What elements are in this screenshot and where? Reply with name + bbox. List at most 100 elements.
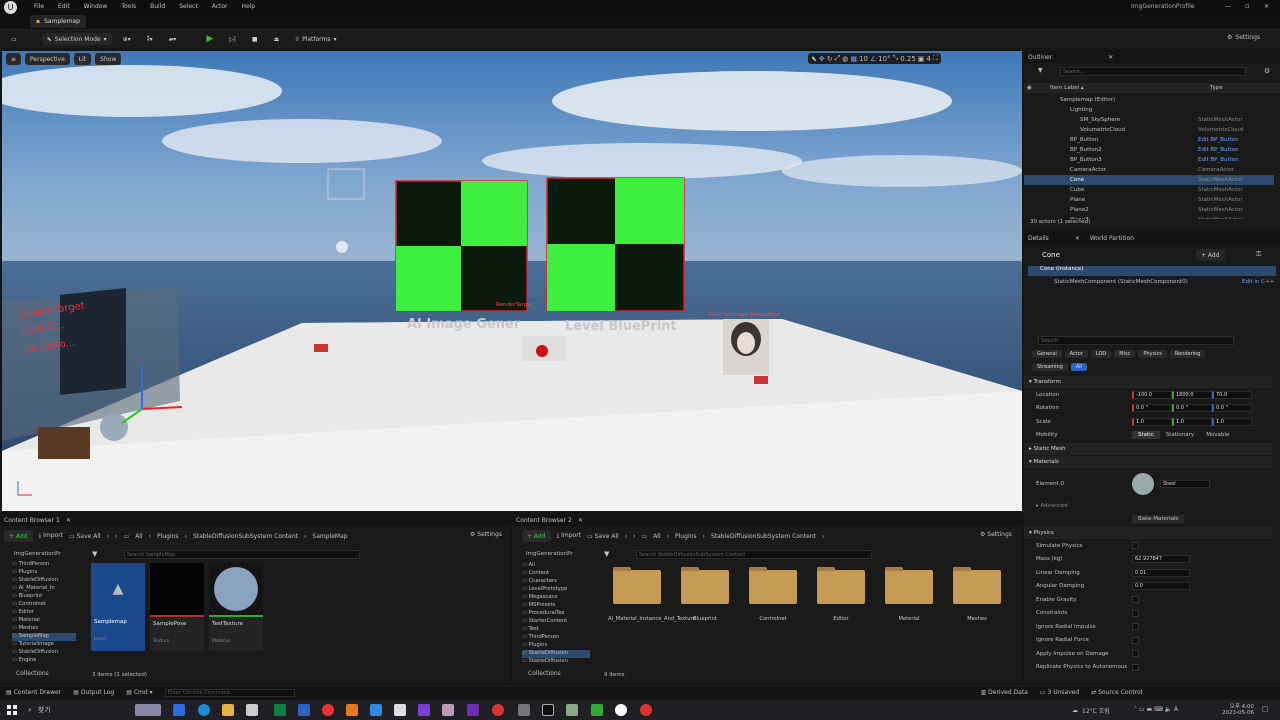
folder-tile[interactable]: Blueprint bbox=[676, 567, 734, 622]
material-dropdown[interactable]: Steel bbox=[1160, 480, 1210, 488]
rotation-z-field[interactable]: 0.0 ° bbox=[1212, 404, 1252, 413]
static-mesh-section[interactable]: ▸ Static Mesh bbox=[1024, 443, 1272, 455]
outliner-row[interactable]: Lighting bbox=[1024, 105, 1274, 115]
tray-icons[interactable]: ˄ ▭ ▬ ⌨ 🔈 A bbox=[1134, 706, 1178, 713]
add-content-button[interactable]: ⊕▾ bbox=[118, 33, 136, 45]
back-icon[interactable]: ‹ bbox=[625, 533, 627, 540]
bake-materials-button[interactable]: Bake Materials bbox=[1132, 515, 1185, 523]
filter-tab[interactable]: All bbox=[1070, 363, 1088, 371]
filter-tab[interactable]: LOD bbox=[1090, 350, 1112, 358]
taskbar-app-icon[interactable] bbox=[640, 704, 652, 716]
asset-testtexture[interactable]: TestTexture Material bbox=[209, 563, 263, 651]
vscode-icon[interactable] bbox=[370, 704, 382, 716]
cb1-crumb-all[interactable]: All bbox=[135, 533, 142, 540]
filter-tab[interactable]: Misc bbox=[1114, 350, 1136, 358]
material-thumbnail[interactable] bbox=[1132, 473, 1154, 495]
folder-tree-item[interactable]: ▭ Engine bbox=[12, 657, 76, 665]
folder-tree-item[interactable]: ▭ StarterContent bbox=[522, 618, 590, 626]
taskbar-app-icon[interactable] bbox=[274, 704, 286, 716]
cb1-filter-icon[interactable]: ▼ bbox=[92, 550, 97, 558]
perspective-button[interactable]: Perspective bbox=[25, 53, 70, 65]
folder-tile[interactable]: Editor bbox=[812, 567, 870, 622]
folder-tree-item[interactable]: ▭ ThirdPerson bbox=[12, 561, 76, 569]
cb2-crumb-all[interactable]: All bbox=[653, 533, 660, 540]
content-drawer-button[interactable]: ▤ Content Drawer bbox=[6, 689, 61, 696]
forward-icon[interactable]: › bbox=[633, 533, 635, 540]
scale-x-field[interactable]: 1.0 bbox=[1132, 417, 1172, 426]
location-z-field[interactable]: 70.0 bbox=[1212, 390, 1252, 399]
rotate-tool-icon[interactable]: ↻ bbox=[827, 55, 833, 63]
back-icon[interactable]: ‹ bbox=[107, 533, 109, 540]
taskbar-app-icon[interactable] bbox=[518, 704, 530, 716]
taskbar-app-icon[interactable] bbox=[346, 704, 358, 716]
folder-tree-item[interactable]: ▭ StableDiffusion bbox=[12, 649, 76, 657]
rotation-x-field[interactable]: 0.0 ° bbox=[1132, 404, 1172, 413]
folder-tree-item[interactable]: ▭ ThirdPerson bbox=[522, 634, 590, 642]
folder-tree-item[interactable]: ▭ Content bbox=[522, 570, 590, 578]
cb1-collections[interactable]: Collections bbox=[16, 670, 49, 677]
outliner-row[interactable]: Plane StaticMeshActor bbox=[1024, 195, 1274, 205]
forward-icon[interactable]: › bbox=[115, 533, 117, 540]
physics-value-field[interactable]: 62.927847 bbox=[1132, 555, 1190, 564]
taskbar-app-icon[interactable] bbox=[591, 704, 603, 716]
physics-section[interactable]: ▾ Physics bbox=[1024, 527, 1272, 539]
camera-speed-icon[interactable]: ▣ bbox=[918, 55, 925, 63]
explorer-icon[interactable] bbox=[222, 704, 234, 716]
mobility-movable[interactable]: Movable bbox=[1200, 431, 1235, 439]
cb2-search-input[interactable]: Search StableDiffusionSubSystem Content bbox=[636, 550, 872, 559]
platforms-dropdown[interactable]: ⁞⁞ Platforms ▾ bbox=[290, 33, 341, 45]
outliner-row[interactable]: Cube StaticMeshActor bbox=[1024, 185, 1274, 195]
blueprint-button[interactable]: ⁑▾ bbox=[142, 33, 158, 45]
clock[interactable]: 오후 4:00 2023-05-06 bbox=[1214, 702, 1254, 716]
unsaved-button[interactable]: ▭ 3 Unsaved bbox=[1040, 689, 1079, 696]
outliner-row-type[interactable]: Edit BP_Button bbox=[1198, 157, 1268, 163]
world-partition-tab[interactable]: World Partition bbox=[1090, 235, 1134, 242]
details-tab[interactable]: Details bbox=[1028, 235, 1049, 242]
menu-select[interactable]: Select bbox=[179, 3, 198, 10]
cb1-root[interactable]: ImgGenerationPr bbox=[14, 551, 61, 557]
cb1-add-button[interactable]: + Add bbox=[4, 530, 33, 542]
cb1-save-button[interactable]: ▭ Save All bbox=[69, 533, 101, 540]
cb1-import-button[interactable]: ⤓ Import bbox=[39, 532, 63, 540]
physics-checkbox[interactable] bbox=[1132, 663, 1139, 671]
asset-samplepose[interactable]: SamplePose Texture bbox=[150, 563, 204, 651]
outliner-row[interactable]: Plane2 StaticMeshActor bbox=[1024, 205, 1274, 215]
folder-tree-item[interactable]: ▭ SampleMap bbox=[12, 633, 76, 641]
folder-tree-item[interactable]: ▭ Plugins bbox=[12, 569, 76, 577]
physics-checkbox[interactable] bbox=[1132, 542, 1139, 550]
folder-tile[interactable]: Controlnet bbox=[744, 567, 802, 622]
instance-row[interactable]: Cone (Instance) bbox=[1028, 266, 1276, 276]
outliner-row[interactable]: BP_Button3 Edit BP_Button bbox=[1024, 155, 1274, 165]
visual-studio-icon[interactable] bbox=[467, 704, 479, 716]
outliner-row[interactable]: CameraActor CameraActor bbox=[1024, 165, 1274, 175]
outliner-row[interactable]: Samplemap (Editor) bbox=[1024, 95, 1274, 105]
menu-window[interactable]: Window bbox=[84, 3, 108, 10]
selection-mode-dropdown[interactable]: ⬉ Selection Mode ▾ bbox=[41, 33, 112, 45]
taskbar-app-icon[interactable] bbox=[135, 704, 161, 716]
maximize-button[interactable]: ▫ bbox=[1245, 2, 1250, 10]
settings-button[interactable]: ⚙ Settings bbox=[1227, 34, 1260, 41]
folder-tree-item[interactable]: ▭ Controlnet bbox=[12, 601, 76, 609]
cb2-crumb-sd[interactable]: StableDiffusionSubSystem Content bbox=[711, 533, 816, 540]
close-icon[interactable]: ✕ bbox=[1075, 235, 1080, 242]
physics-value-field[interactable]: 0.01 bbox=[1132, 568, 1190, 577]
camera-speed-value[interactable]: 4 bbox=[926, 55, 930, 63]
folder-tree-item[interactable]: ▭ Test bbox=[522, 626, 590, 634]
save-icon[interactable]: ▭ bbox=[6, 33, 22, 45]
scale-z-field[interactable]: 1.0 bbox=[1212, 417, 1252, 426]
cb2-add-button[interactable]: + Add bbox=[522, 530, 551, 542]
component-row[interactable]: StaticMeshComponent (StaticMeshComponent… bbox=[1054, 279, 1188, 285]
folder-tree-item[interactable]: ▭ Editor bbox=[12, 609, 76, 617]
cb1-crumb-plugins[interactable]: Plugins bbox=[157, 533, 179, 540]
outliner-search-input[interactable]: Search... bbox=[1060, 67, 1246, 76]
physics-checkbox[interactable] bbox=[1132, 623, 1139, 631]
world-icon[interactable]: ◍ bbox=[842, 55, 848, 63]
column-item-label[interactable]: Item Label ▴ bbox=[1050, 85, 1210, 91]
folder-tree-item[interactable]: ▭ StableDiffusion bbox=[522, 650, 590, 658]
transform-section[interactable]: ▾ Transform bbox=[1024, 376, 1272, 388]
move-tool-icon[interactable]: ✥ bbox=[819, 55, 825, 63]
close-button[interactable]: ✕ bbox=[1264, 3, 1269, 10]
folder-tile[interactable]: Meshes bbox=[948, 567, 1006, 622]
physics-checkbox[interactable] bbox=[1132, 650, 1139, 658]
outliner-row[interactable]: Cone StaticMeshActor bbox=[1024, 175, 1274, 185]
